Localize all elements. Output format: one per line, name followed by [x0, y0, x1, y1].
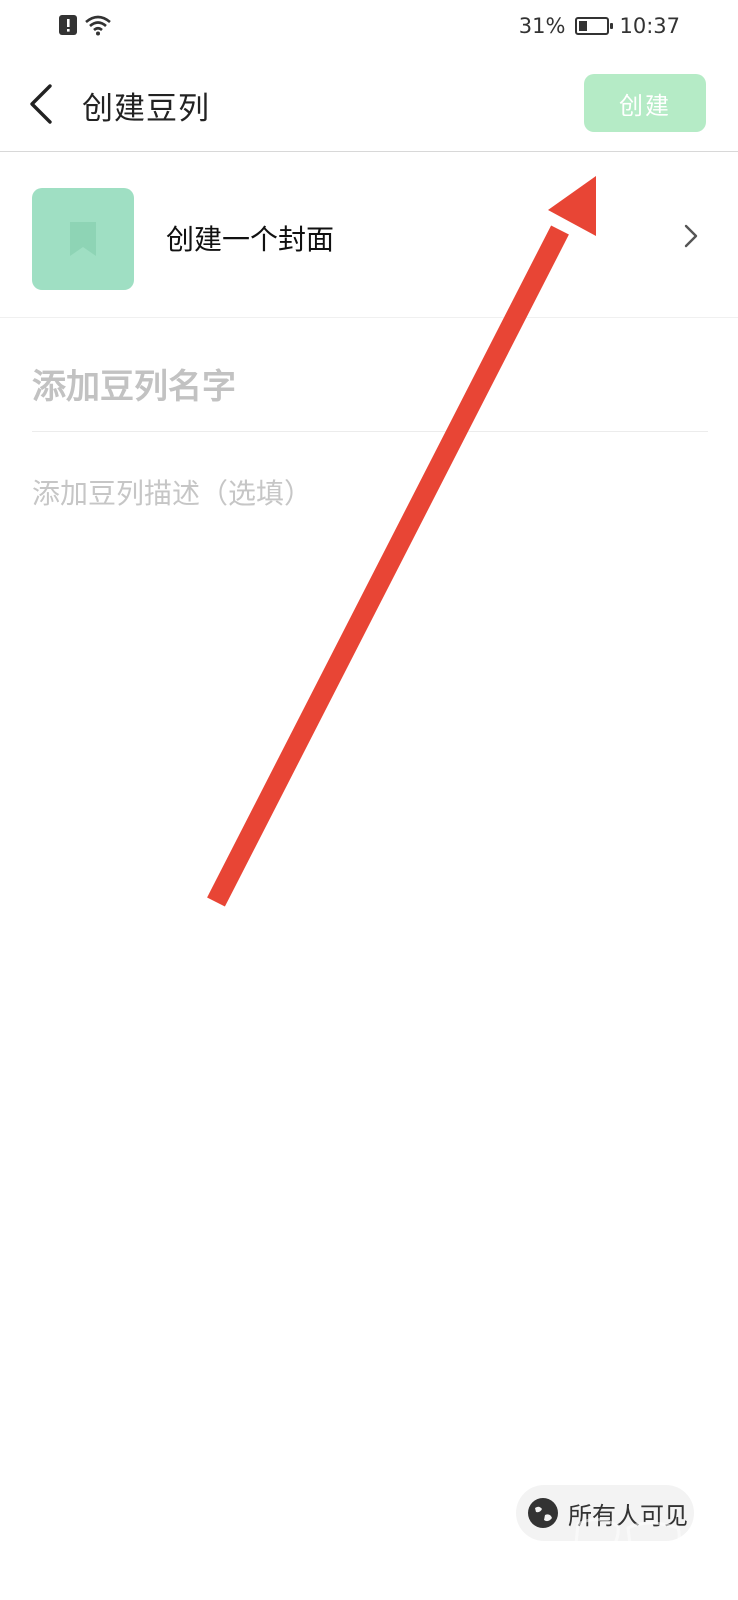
- status-left: [58, 14, 112, 36]
- page-title: 创建豆列: [82, 91, 210, 127]
- status-right: 31% 10:37: [519, 14, 680, 38]
- battery-fill: [579, 21, 588, 31]
- list-description-input[interactable]: [32, 458, 708, 528]
- visibility-label: 所有人可见: [568, 1501, 688, 1530]
- globe-icon: [528, 1498, 558, 1528]
- cover-thumbnail[interactable]: [32, 188, 134, 290]
- chevron-right-icon: [684, 224, 698, 248]
- back-arrow-icon[interactable]: [24, 82, 60, 126]
- visibility-selector[interactable]: 所有人可见: [516, 1485, 694, 1541]
- battery-icon: [575, 17, 614, 35]
- list-name-input[interactable]: [32, 342, 708, 432]
- cover-row[interactable]: 创建一个封面: [0, 168, 738, 318]
- cover-label: 创建一个封面: [166, 223, 335, 256]
- create-list-screen: 31% 10:37 创建豆列 创建 创建一个封面 添加豆列名字 添加豆列描述（选…: [0, 0, 738, 1600]
- battery-percent: 31%: [518, 14, 566, 38]
- nav-bar: 创建豆列 创建: [0, 56, 738, 152]
- alert-icon: [59, 15, 77, 35]
- status-bar: 31% 10:37: [0, 0, 738, 56]
- wifi-icon: [85, 15, 111, 36]
- clock: 10:37: [619, 14, 680, 38]
- bookmark-icon: [70, 222, 96, 256]
- create-button[interactable]: 创建: [584, 74, 706, 132]
